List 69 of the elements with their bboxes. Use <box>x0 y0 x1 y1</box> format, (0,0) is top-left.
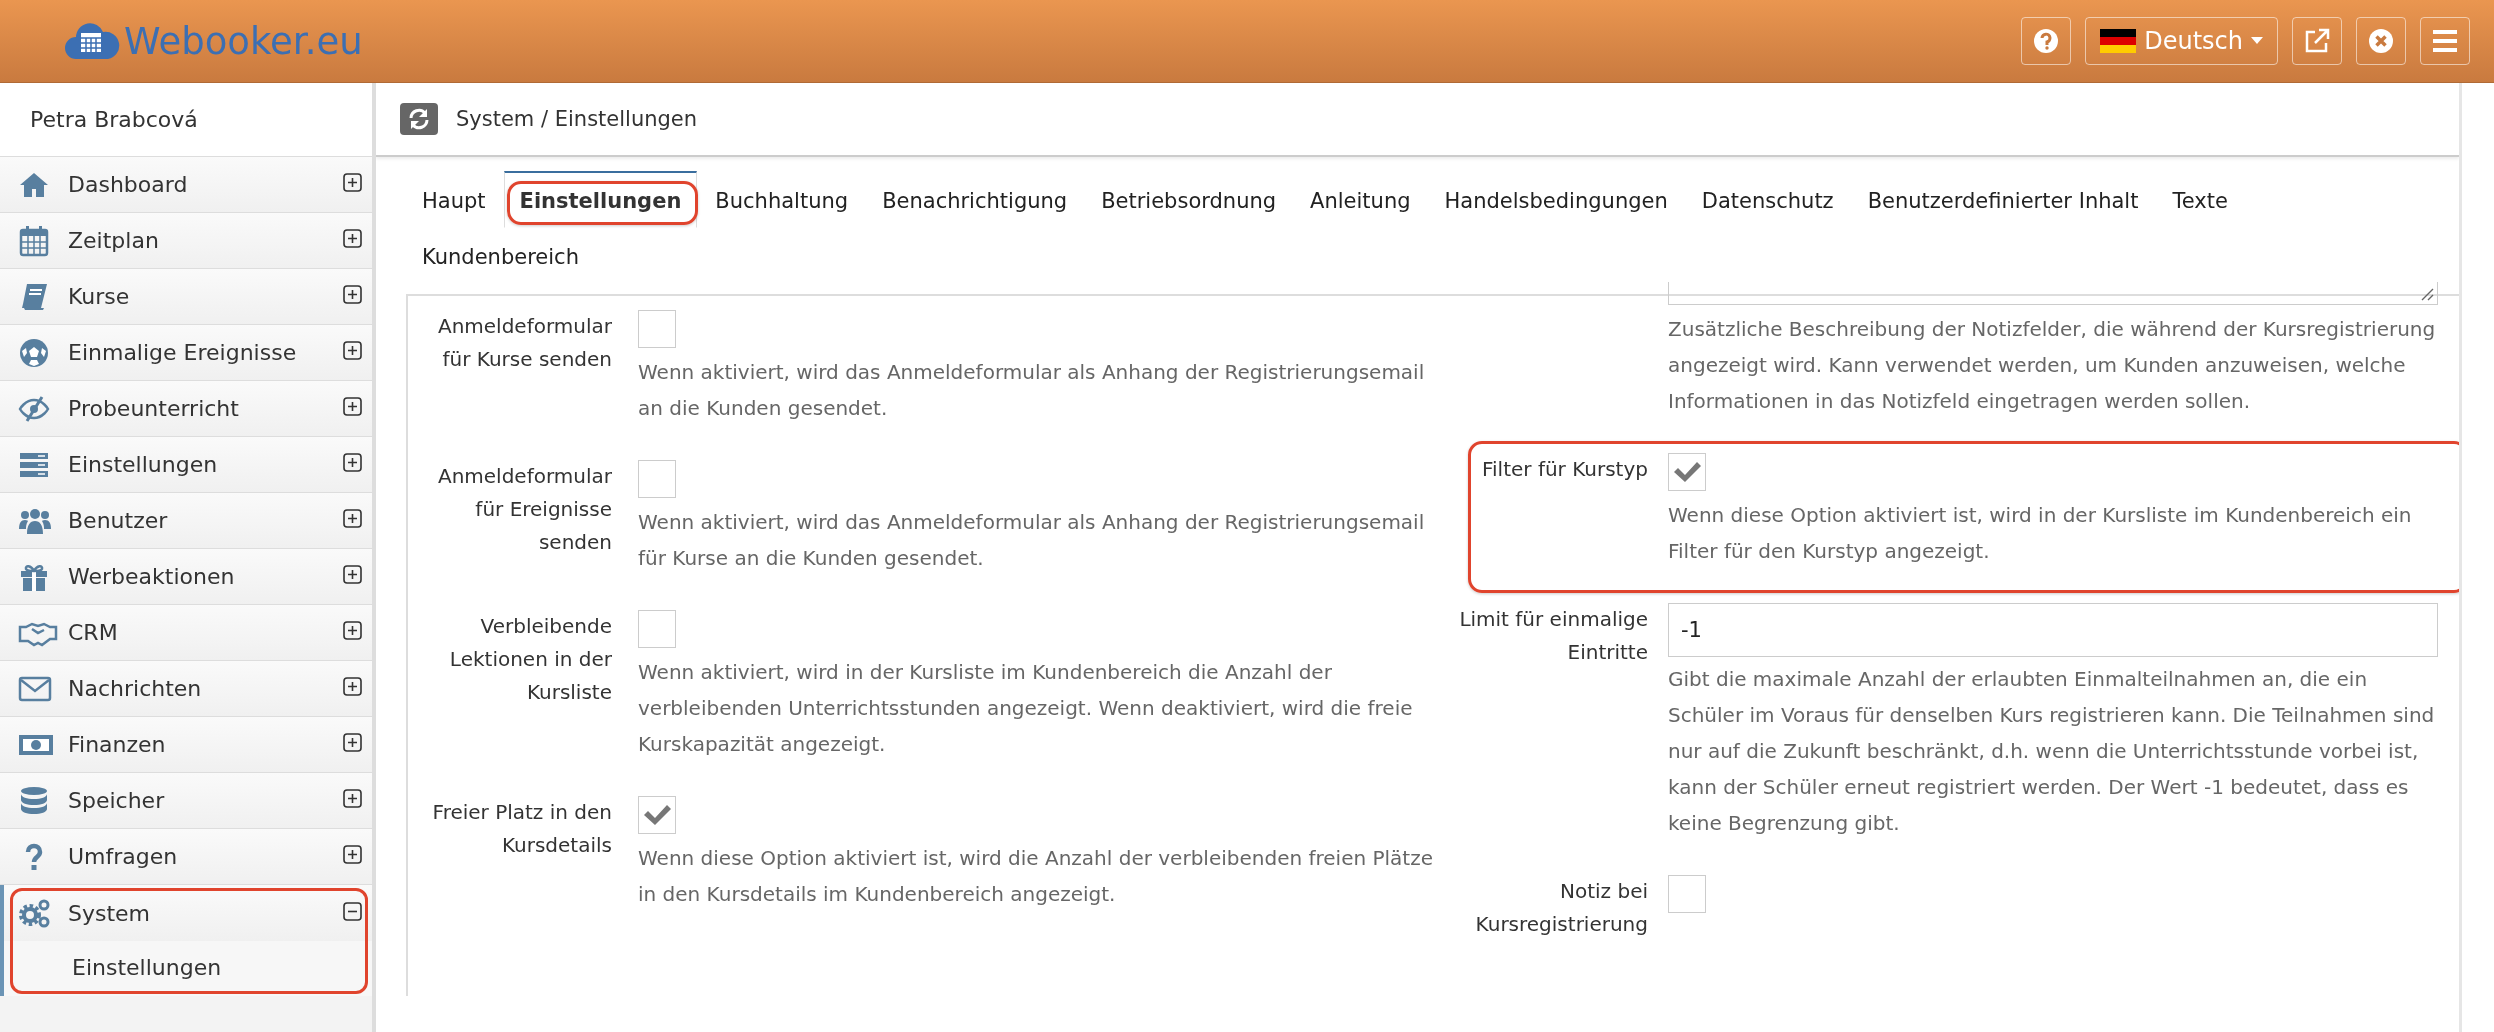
setting-label: Limit für einmalige Eintritte <box>1458 606 1648 666</box>
checkbox[interactable] <box>1668 875 1706 913</box>
setting-label: Anmeldeformular für Kurse senden <box>436 313 612 373</box>
ball-icon <box>18 336 50 369</box>
tab[interactable]: Einstellungen <box>503 171 698 228</box>
setting-description: Wenn aktiviert, wird das Anmeldeformular als Anhang der Registrierungsemail an die Kunden gesendet. <box>638 359 1426 422</box>
setting-description: Wenn diese Option aktiviert ist, wird die Anzahl der verbleibenden freien Plätze in den Kursdetails im Kundenbereich angezeigt. <box>638 845 1434 908</box>
checkbox[interactable] <box>638 610 676 648</box>
flag-icon <box>2100 29 2137 53</box>
checkbox[interactable] <box>638 796 676 834</box>
checkbox[interactable] <box>1668 453 1706 491</box>
tab[interactable]: Datenschutz <box>1685 171 1850 228</box>
help-icon <box>2033 28 2060 54</box>
setting-description: Zusätzliche Beschreibung der Notizfelder, die während der Kursregistrierung angezeigt wird. Kann verwendet werden, um Kunden anzuweisen, welche Informationen in das Notizfeld eingetragen werden sollen. <box>1668 316 2437 415</box>
close-button[interactable] <box>2356 17 2406 65</box>
tab[interactable]: Benutzerdefinierter Inhalt <box>1851 171 2155 228</box>
setting-label: Freier Platz in den Kursdetails <box>431 799 612 859</box>
expand-icon[interactable] <box>343 565 362 584</box>
database-icon <box>18 784 50 817</box>
setting-label: Verbleibende Lektionen in der Kursliste <box>448 613 612 706</box>
expand-icon[interactable] <box>343 789 362 808</box>
gears-icon <box>18 897 52 929</box>
tab[interactable]: Anleitung <box>1294 171 1427 228</box>
external-link-icon <box>2304 28 2330 54</box>
expand-icon[interactable] <box>343 845 362 864</box>
refresh-icon <box>407 107 431 131</box>
logo-text: Webooker.eu <box>124 19 363 63</box>
expand-icon[interactable] <box>343 173 362 192</box>
checkmark-icon <box>642 802 672 828</box>
expand-icon[interactable] <box>343 733 362 752</box>
expand-icon[interactable] <box>343 509 362 528</box>
expand-icon[interactable] <box>343 621 362 640</box>
setting-label: Filter für Kurstyp <box>1482 456 1648 483</box>
checkmark-icon <box>1672 459 1702 485</box>
expand-icon[interactable] <box>343 397 362 416</box>
expand-icon[interactable] <box>343 453 362 472</box>
resize-handle-icon[interactable] <box>2420 287 2434 301</box>
calendar-icon <box>18 224 50 257</box>
setting-description: Wenn diese Option aktiviert ist, wird in der Kursliste im Kundenbereich ein Filter für den Kurstyp angezeigt. <box>1668 502 2413 565</box>
checkbox[interactable] <box>638 460 676 498</box>
tab[interactable]: Buchhaltung <box>699 171 865 228</box>
setting-description: Wenn aktiviert, wird in der Kursliste im Kundenbereich die Anzahl der verbleibenden Unterrichtsstunden angezeigt. Wenn deaktiviert, wird die freie Kurskapazität angezeigt. <box>638 659 1414 758</box>
expand-icon[interactable] <box>343 229 362 248</box>
limit-input-field[interactable]: -1 <box>1668 603 2438 657</box>
close-icon <box>2368 28 2394 54</box>
refresh-button[interactable] <box>400 103 438 135</box>
user-name: Petra Brabcová <box>0 83 372 157</box>
tab[interactable]: Betriebsordnung <box>1085 171 1293 228</box>
tab[interactable]: Haupt <box>406 171 502 228</box>
setting-description: Wenn aktiviert, wird das Anmeldeformular als Anhang der Registrierungsemail für Kurse an die Kunden gesendet. <box>638 509 1426 572</box>
caret-icon <box>2251 37 2263 45</box>
breadcrumb: System / Einstellungen <box>456 107 698 131</box>
checkbox[interactable] <box>638 310 676 348</box>
menu-icon <box>2431 29 2459 53</box>
collapse-icon[interactable] <box>343 901 362 921</box>
tab[interactable]: Texte <box>2156 171 2244 228</box>
tab[interactable]: Handelsbedingungen <box>1428 171 1684 228</box>
external-link-button[interactable] <box>2292 17 2342 65</box>
expand-icon[interactable] <box>343 285 362 304</box>
tab[interactable]: Kundenbereich <box>406 228 595 284</box>
help-button[interactable] <box>2021 17 2072 65</box>
setting-label: Anmeldeformular für Ereignisse senden <box>436 463 612 556</box>
expand-icon[interactable] <box>343 341 362 360</box>
setting-description: Gibt die maximale Anzahl der erlaubten Einmalteilnahmen an, die ein Schüler im Voraus für denselben Kurs registrieren kann. Die Teilnahmen sind nur auf die Zukunft beschränkt, d.h. wenn die Unterrichtsstunde vorbei ist, kann der Schüler erneut registriert werden. Der Wert -1 bedeutet, dass es keine Begrenzung gibt. <box>1668 666 2436 837</box>
note-description-field[interactable] <box>1668 282 2438 305</box>
setting-label: Notiz bei Kursregistrierung <box>1474 878 1648 938</box>
tab[interactable]: Benachrichtigung <box>866 171 1084 228</box>
expand-icon[interactable] <box>343 677 362 696</box>
menu-button[interactable] <box>2420 17 2470 65</box>
